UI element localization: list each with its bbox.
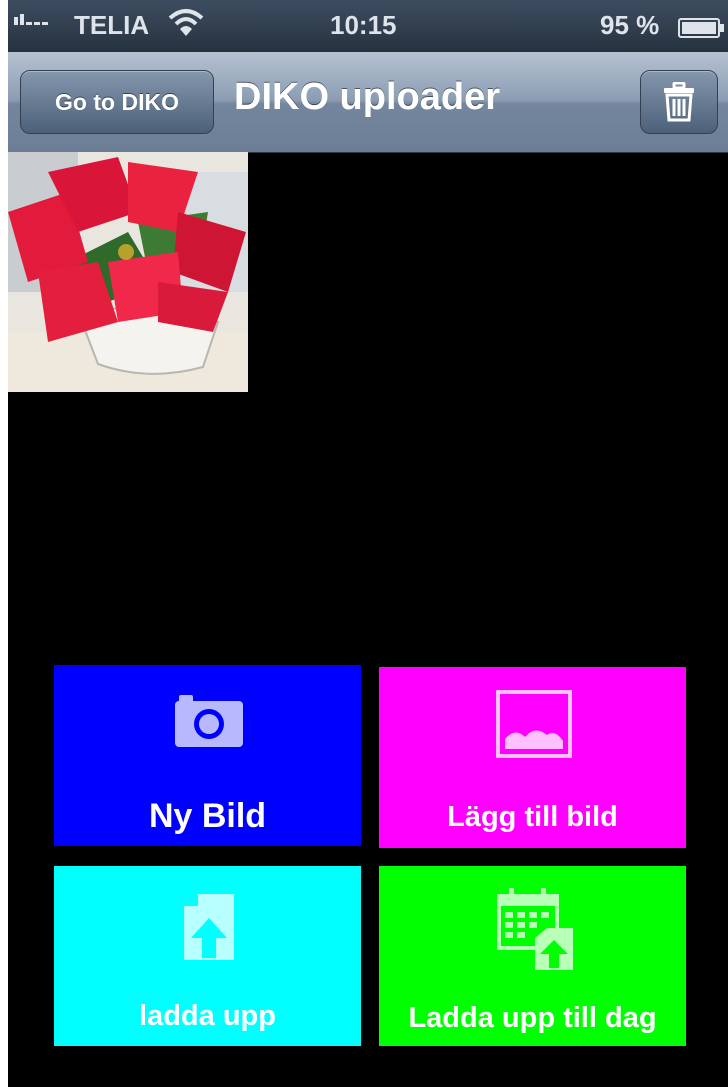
go-to-diko-button[interactable]: Go to DIKO bbox=[20, 70, 214, 134]
add-image-tile[interactable]: Lägg till bild bbox=[379, 667, 686, 848]
upload-today-tile[interactable]: Ladda upp till dag bbox=[379, 866, 686, 1046]
new-photo-tile[interactable]: Ny Bild bbox=[54, 665, 361, 846]
upload-today-label: Ladda upp till dag bbox=[408, 1002, 657, 1034]
trash-icon bbox=[664, 82, 694, 122]
app-screen: TELIA 10:15 95 % Go to DIKO DIKO uploade… bbox=[8, 0, 728, 1087]
page-title: DIKO uploader bbox=[234, 76, 501, 118]
status-bar: TELIA 10:15 95 % bbox=[8, 0, 728, 52]
image-icon bbox=[496, 690, 572, 758]
photo-thumbnail[interactable] bbox=[8, 152, 248, 392]
signal-icon bbox=[14, 14, 48, 25]
camera-icon bbox=[175, 695, 243, 747]
navigation-bar: Go to DIKO DIKO uploader bbox=[8, 52, 728, 153]
carrier-name: TELIA bbox=[74, 10, 150, 40]
battery-percent: 95 % bbox=[600, 10, 660, 40]
battery-icon bbox=[678, 18, 724, 38]
trash-button[interactable] bbox=[640, 70, 718, 134]
wifi-icon bbox=[168, 9, 204, 36]
poinsettia-photo bbox=[8, 152, 248, 392]
upload-file-icon bbox=[184, 894, 234, 960]
new-photo-label: Ny Bild bbox=[148, 797, 267, 835]
go-to-diko-label: Go to DIKO bbox=[55, 88, 179, 115]
calendar-upload-icon bbox=[497, 888, 573, 970]
add-image-label: Lägg till bild bbox=[447, 801, 618, 833]
upload-label: ladda upp bbox=[139, 1000, 276, 1032]
upload-tile[interactable]: ladda upp bbox=[54, 866, 361, 1046]
clock: 10:15 bbox=[330, 10, 397, 40]
